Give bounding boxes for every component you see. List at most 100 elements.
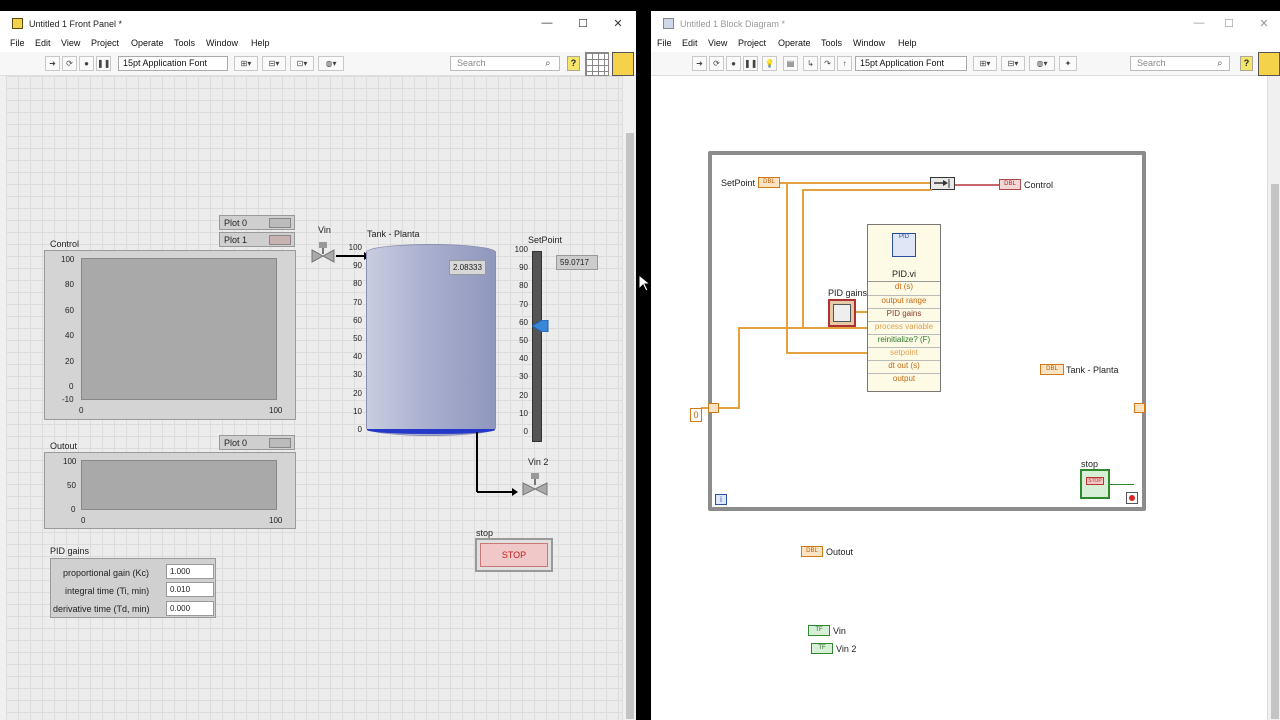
setpoint-terminal[interactable]: DBL xyxy=(758,177,780,188)
scale-tick: 60 xyxy=(353,315,362,325)
vin2-valve-icon[interactable] xyxy=(521,473,549,499)
menu-view[interactable]: View xyxy=(61,38,80,48)
resize-objects-icon[interactable]: ⊡▾ xyxy=(290,56,314,71)
close-button[interactable]: ✕ xyxy=(611,17,625,30)
pid-input-reinitialize[interactable]: reinitialize? (F) xyxy=(868,334,940,344)
pause-icon[interactable]: ❚❚ xyxy=(743,56,758,71)
front-panel-scrollbar[interactable] xyxy=(622,76,636,720)
minimize-button[interactable]: — xyxy=(540,17,554,29)
ti-input[interactable]: 0.010 xyxy=(166,582,214,597)
minimize-button[interactable]: — xyxy=(1192,17,1206,29)
zero-constant[interactable]: 0 xyxy=(690,408,702,422)
distribute-objects-icon[interactable]: ⊟▾ xyxy=(1001,56,1025,71)
control-legend-plot1[interactable]: Plot 1 xyxy=(219,232,295,247)
menu-edit[interactable]: Edit xyxy=(682,38,698,48)
outout-chart-plot-area[interactable] xyxy=(81,460,277,510)
labview-app-icon xyxy=(12,18,23,29)
setpoint-slider-thumb[interactable] xyxy=(531,319,550,333)
reorder-icon[interactable]: ◍▾ xyxy=(1029,56,1055,71)
menu-file[interactable]: File xyxy=(657,38,672,48)
menu-tools[interactable]: Tools xyxy=(821,38,842,48)
outout-terminal[interactable]: DBL xyxy=(801,546,823,557)
vin-terminal[interactable]: TF xyxy=(808,625,830,636)
setpoint-slider-track[interactable] xyxy=(532,251,542,442)
scrollbar-thumb[interactable] xyxy=(1271,184,1279,719)
menu-file[interactable]: File xyxy=(10,38,25,48)
vi-icon[interactable] xyxy=(1258,52,1280,76)
menu-window[interactable]: Window xyxy=(853,38,885,48)
pid-vi-node[interactable]: PID PID.vi dt (s) output range PID gains… xyxy=(867,224,941,392)
shift-register-left[interactable] xyxy=(708,403,719,413)
abort-icon[interactable]: ● xyxy=(79,56,94,71)
step-out-icon[interactable]: ↑ xyxy=(837,56,852,71)
pid-input-pid-gains[interactable]: PID gains xyxy=(868,308,940,318)
font-select[interactable]: 15pt Application Font xyxy=(118,56,228,71)
pid-gains-terminal[interactable] xyxy=(828,299,856,327)
pid-input-process-variable[interactable]: process variable xyxy=(868,321,940,331)
menu-project[interactable]: Project xyxy=(91,38,119,48)
search-input[interactable]: Search xyxy=(450,56,560,71)
control-chart-plot-area[interactable] xyxy=(81,258,277,400)
run-arrow-icon[interactable]: ➜ xyxy=(45,56,60,71)
retain-wire-values-icon[interactable]: ▤ xyxy=(783,56,798,71)
align-objects-icon[interactable]: ⊞▾ xyxy=(234,56,258,71)
setpoint-value-display[interactable]: 59.0717 xyxy=(556,255,598,270)
align-objects-icon[interactable]: ⊞▾ xyxy=(973,56,997,71)
vin2-terminal[interactable]: TF xyxy=(811,643,833,654)
td-input[interactable]: 0.000 xyxy=(166,601,214,616)
menu-edit[interactable]: Edit xyxy=(35,38,51,48)
font-select[interactable]: 15pt Application Font xyxy=(855,56,967,71)
pid-output-dt-out[interactable]: dt out (s) xyxy=(868,360,940,370)
search-icon[interactable]: ⌕ xyxy=(545,58,551,69)
menu-operate[interactable]: Operate xyxy=(131,38,164,48)
scrollbar-thumb[interactable] xyxy=(626,133,634,719)
close-button[interactable]: ✕ xyxy=(1257,17,1271,30)
kc-input[interactable]: 1.000 xyxy=(166,564,214,579)
maximize-button[interactable]: ☐ xyxy=(1222,17,1236,30)
help-icon[interactable]: ? xyxy=(1240,56,1253,71)
loop-condition-terminal[interactable] xyxy=(1126,492,1138,504)
pid-input-dt[interactable]: dt (s) xyxy=(868,282,940,291)
run-arrow-icon[interactable]: ➜ xyxy=(692,56,707,71)
shift-register-right[interactable] xyxy=(1134,403,1145,413)
menu-operate[interactable]: Operate xyxy=(778,38,811,48)
tank-terminal[interactable]: DBL xyxy=(1040,364,1064,375)
distribute-objects-icon[interactable]: ⊟▾ xyxy=(262,56,286,71)
wire xyxy=(701,407,739,409)
search-input[interactable]: Search xyxy=(1130,56,1230,71)
vi-icon[interactable] xyxy=(612,52,634,76)
maximize-button[interactable]: ☐ xyxy=(576,17,590,30)
menu-project[interactable]: Project xyxy=(738,38,766,48)
legend-label: Plot 0 xyxy=(224,438,248,448)
reorder-icon[interactable]: ◍▾ xyxy=(318,56,344,71)
tank-value-display: 2.08333 xyxy=(449,260,486,275)
pause-icon[interactable]: ❚❚ xyxy=(96,56,111,71)
pid-input-setpoint[interactable]: setpoint xyxy=(868,347,940,357)
menu-help[interactable]: Help xyxy=(251,38,270,48)
stop-terminal[interactable]: STOP xyxy=(1080,469,1110,499)
run-continuously-icon[interactable]: ⟳ xyxy=(709,56,724,71)
step-into-icon[interactable]: ↳ xyxy=(803,56,818,71)
menu-help[interactable]: Help xyxy=(898,38,917,48)
control-terminal[interactable]: DBL xyxy=(999,179,1021,190)
menu-view[interactable]: View xyxy=(708,38,727,48)
cleanup-diagram-icon[interactable]: ✦ xyxy=(1059,56,1077,71)
y-tick: 0 xyxy=(69,382,74,391)
search-icon[interactable]: ⌕ xyxy=(1217,58,1223,69)
scale-tick: 80 xyxy=(519,281,528,291)
menu-window[interactable]: Window xyxy=(206,38,238,48)
connector-pane-icon[interactable] xyxy=(585,52,609,76)
highlight-execution-icon[interactable]: 💡 xyxy=(762,56,777,71)
run-continuously-icon[interactable]: ⟳ xyxy=(62,56,77,71)
control-legend-plot0[interactable]: Plot 0 xyxy=(219,215,295,230)
menu-tools[interactable]: Tools xyxy=(174,38,195,48)
outout-legend-plot0[interactable]: Plot 0 xyxy=(219,435,295,450)
step-over-icon[interactable]: ↷ xyxy=(820,56,835,71)
bundle-node[interactable] xyxy=(930,177,955,190)
pid-output-output[interactable]: output xyxy=(868,373,940,383)
abort-icon[interactable]: ● xyxy=(726,56,741,71)
stop-button[interactable]: STOP xyxy=(475,538,553,572)
pid-input-output-range[interactable]: output range xyxy=(868,295,940,305)
help-icon[interactable]: ? xyxy=(567,56,580,71)
block-diagram-scrollbar[interactable] xyxy=(1267,76,1280,720)
